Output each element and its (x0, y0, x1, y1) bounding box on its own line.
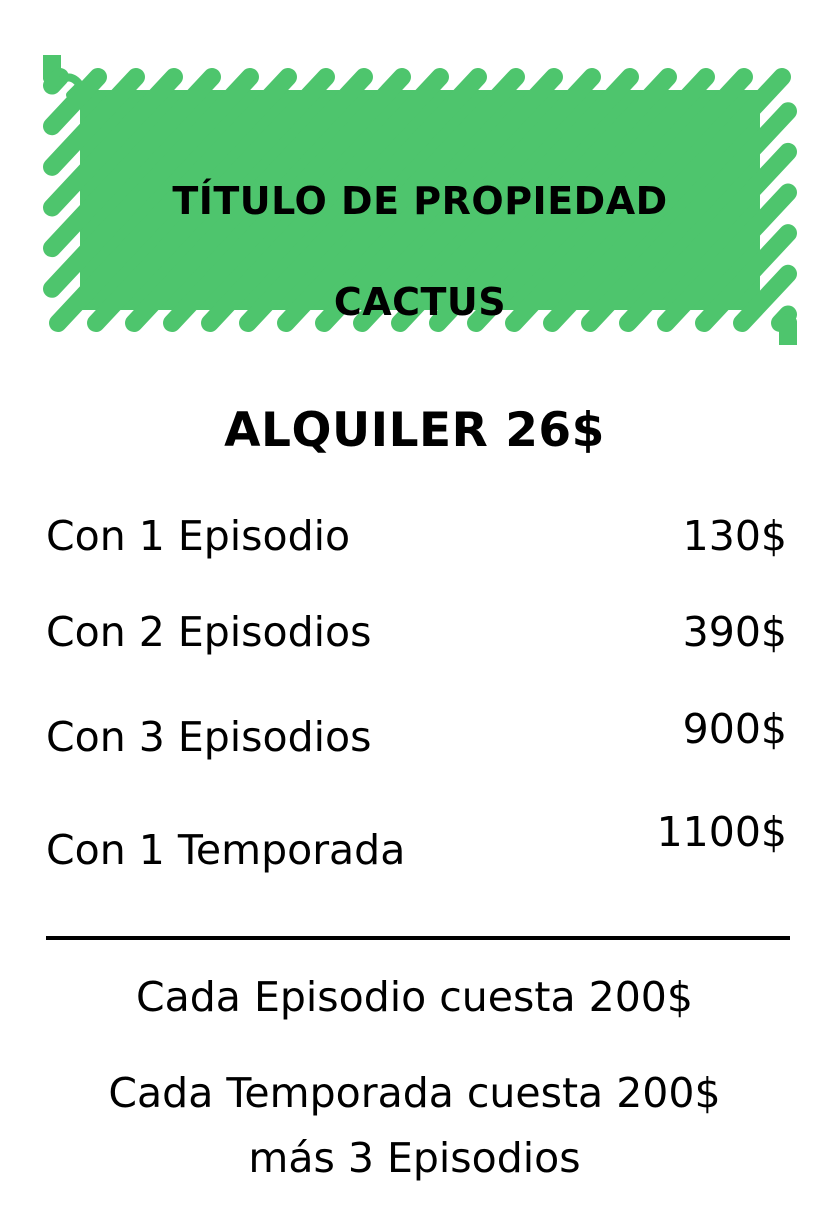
rent-row-label: Con 3 Episodios (46, 713, 372, 761)
episode-cost-note: Cada Episodio cuesta 200$ (136, 973, 693, 1021)
rent-row-price: 900$ (682, 705, 787, 753)
rent-row-price: 130$ (682, 512, 787, 560)
base-rent: ALQUILER 26$ (224, 403, 605, 458)
rent-row-label: Con 1 Episodio (46, 512, 351, 560)
rent-row-price: 1100$ (656, 808, 787, 856)
title-deed-header: TÍTULO DE PROPIEDAD CACTUS (40, 55, 800, 345)
rent-row-price: 390$ (682, 608, 787, 656)
rent-row-label: Con 1 Temporada (46, 826, 406, 874)
divider (46, 936, 790, 940)
property-name: CACTUS (333, 280, 507, 324)
deed-title: TÍTULO DE PROPIEDAD (172, 179, 668, 223)
season-cost-note-line2: más 3 Episodios (248, 1134, 581, 1182)
rent-row-label: Con 2 Episodios (46, 608, 372, 656)
season-cost-note-line1: Cada Temporada cuesta 200$ (108, 1069, 721, 1117)
